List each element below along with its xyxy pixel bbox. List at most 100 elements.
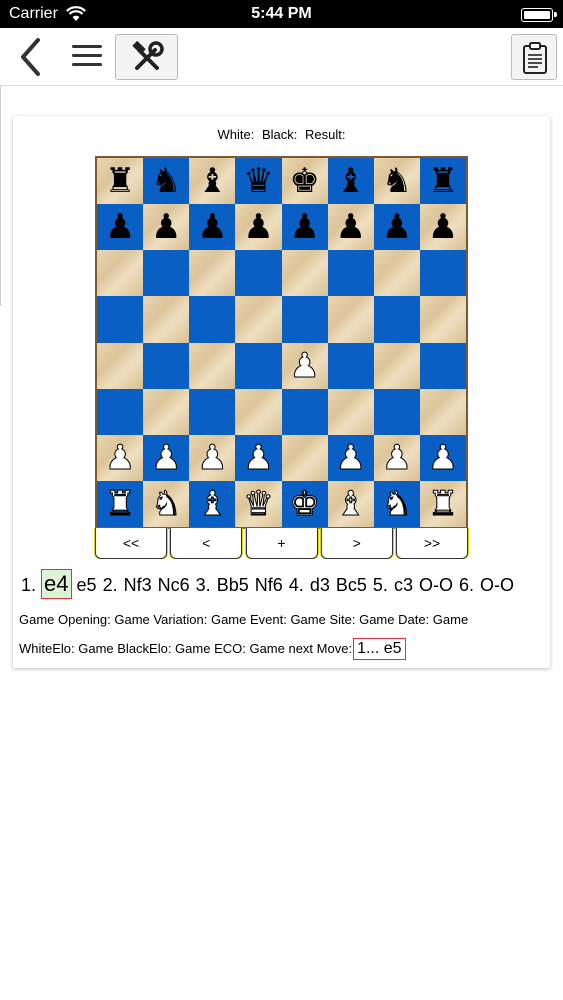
white-pawn-icon[interactable]: ♟: [243, 440, 275, 475]
square-f1[interactable]: ♝: [327, 480, 374, 527]
white-bishop-icon[interactable]: ♝: [335, 486, 367, 521]
square-e6[interactable]: [281, 250, 328, 297]
square-c5[interactable]: [189, 296, 236, 343]
black-bishop-icon[interactable]: ♝: [335, 164, 365, 198]
white-pawn-icon[interactable]: ♟: [150, 440, 182, 475]
square-h8[interactable]: ♜: [419, 158, 466, 205]
black-pawn-icon[interactable]: ♟: [428, 210, 458, 244]
square-g4[interactable]: [373, 342, 420, 389]
square-f3[interactable]: [327, 388, 374, 435]
square-a8[interactable]: ♜: [97, 158, 144, 205]
square-h2[interactable]: ♟: [419, 434, 466, 481]
square-a7[interactable]: ♟: [97, 204, 144, 251]
black-king-icon[interactable]: ♚: [289, 164, 319, 198]
chess-board[interactable]: ♜ ♞ ♝ ♛ ♚ ♝ ♞ ♜ ♟ ♟ ♟ ♟ ♟ ♟ ♟ ♟ ♟ ♟ ♟ ♟ ♟ ♟ ♟ ♟ ♜ ♞ ♝ ♛ ♚ ♝ ♞ ♜: [95, 156, 468, 529]
first-move-button[interactable]: <<: [95, 528, 167, 559]
last-move-button[interactable]: >>: [396, 528, 468, 559]
square-f2[interactable]: ♟: [327, 434, 374, 481]
move[interactable]: Nf6: [255, 575, 283, 596]
black-pawn-icon[interactable]: ♟: [243, 210, 273, 244]
square-b3[interactable]: [143, 388, 190, 435]
square-b2[interactable]: ♟: [143, 434, 190, 481]
square-a2[interactable]: ♟: [97, 434, 144, 481]
square-d5[interactable]: [235, 296, 282, 343]
square-d4[interactable]: [235, 342, 282, 389]
square-c6[interactable]: [189, 250, 236, 297]
white-king-icon[interactable]: ♚: [289, 486, 321, 521]
black-pawn-icon[interactable]: ♟: [289, 210, 319, 244]
square-e1[interactable]: ♚: [281, 480, 328, 527]
square-h7[interactable]: ♟: [419, 204, 466, 251]
square-d8[interactable]: ♛: [235, 158, 282, 205]
current-move[interactable]: e4: [41, 569, 72, 599]
square-a5[interactable]: [97, 296, 144, 343]
next-move-button[interactable]: >: [320, 528, 393, 559]
black-pawn-icon[interactable]: ♟: [197, 210, 227, 244]
square-h5[interactable]: [419, 296, 466, 343]
square-c4[interactable]: [189, 342, 236, 389]
square-b5[interactable]: [143, 296, 190, 343]
square-f8[interactable]: ♝: [327, 158, 374, 205]
white-pawn-icon[interactable]: ♟: [335, 440, 367, 475]
square-f7[interactable]: ♟: [327, 204, 374, 251]
square-e7[interactable]: ♟: [281, 204, 328, 251]
move[interactable]: e5: [77, 575, 97, 596]
square-c8[interactable]: ♝: [189, 158, 236, 205]
square-f4[interactable]: [327, 342, 374, 389]
square-a3[interactable]: [97, 388, 144, 435]
square-g1[interactable]: ♞: [373, 480, 420, 527]
square-f6[interactable]: [327, 250, 374, 297]
square-g3[interactable]: [373, 388, 420, 435]
move[interactable]: d3: [310, 575, 330, 596]
next-move-badge[interactable]: 1... e5: [353, 638, 406, 660]
square-h3[interactable]: [419, 388, 466, 435]
square-c3[interactable]: [189, 388, 236, 435]
square-c2[interactable]: ♟: [189, 434, 236, 481]
move[interactable]: c3: [394, 575, 413, 596]
square-f5[interactable]: [327, 296, 374, 343]
square-c7[interactable]: ♟: [189, 204, 236, 251]
square-g6[interactable]: [373, 250, 420, 297]
hamburger-menu-icon[interactable]: [72, 45, 102, 69]
square-e4[interactable]: ♟: [281, 342, 328, 389]
square-a4[interactable]: [97, 342, 144, 389]
white-rook-icon[interactable]: ♜: [104, 486, 136, 521]
white-pawn-icon[interactable]: ♟: [104, 440, 136, 475]
square-g7[interactable]: ♟: [373, 204, 420, 251]
square-d6[interactable]: [235, 250, 282, 297]
tools-button[interactable]: [115, 34, 178, 80]
square-b6[interactable]: [143, 250, 190, 297]
white-pawn-icon[interactable]: ♟: [197, 440, 229, 475]
chevron-left-icon[interactable]: [16, 37, 48, 77]
square-h1[interactable]: ♜: [419, 480, 466, 527]
add-move-button[interactable]: +: [245, 528, 318, 559]
square-e3[interactable]: [281, 388, 328, 435]
black-knight-icon[interactable]: ♞: [151, 164, 181, 198]
move[interactable]: Nf3: [124, 575, 152, 596]
square-b8[interactable]: ♞: [143, 158, 190, 205]
clipboard-button[interactable]: [511, 34, 557, 80]
move[interactable]: O-O: [419, 575, 453, 596]
black-pawn-icon[interactable]: ♟: [151, 210, 181, 244]
prev-move-button[interactable]: <: [170, 528, 243, 559]
square-c1[interactable]: ♝: [189, 480, 236, 527]
square-g5[interactable]: [373, 296, 420, 343]
white-knight-icon[interactable]: ♞: [150, 486, 182, 521]
square-d3[interactable]: [235, 388, 282, 435]
white-queen-icon[interactable]: ♛: [243, 486, 275, 521]
square-e2[interactable]: [281, 434, 328, 481]
square-b1[interactable]: ♞: [143, 480, 190, 527]
square-a1[interactable]: ♜: [97, 480, 144, 527]
black-pawn-icon[interactable]: ♟: [382, 210, 412, 244]
square-a6[interactable]: [97, 250, 144, 297]
square-d7[interactable]: ♟: [235, 204, 282, 251]
white-pawn-icon[interactable]: ♟: [381, 440, 413, 475]
square-h4[interactable]: [419, 342, 466, 389]
square-g8[interactable]: ♞: [373, 158, 420, 205]
white-bishop-icon[interactable]: ♝: [197, 486, 229, 521]
square-b4[interactable]: [143, 342, 190, 389]
square-d1[interactable]: ♛: [235, 480, 282, 527]
white-pawn-icon[interactable]: ♟: [427, 440, 459, 475]
black-knight-icon[interactable]: ♞: [382, 164, 412, 198]
white-knight-icon[interactable]: ♞: [381, 486, 413, 521]
